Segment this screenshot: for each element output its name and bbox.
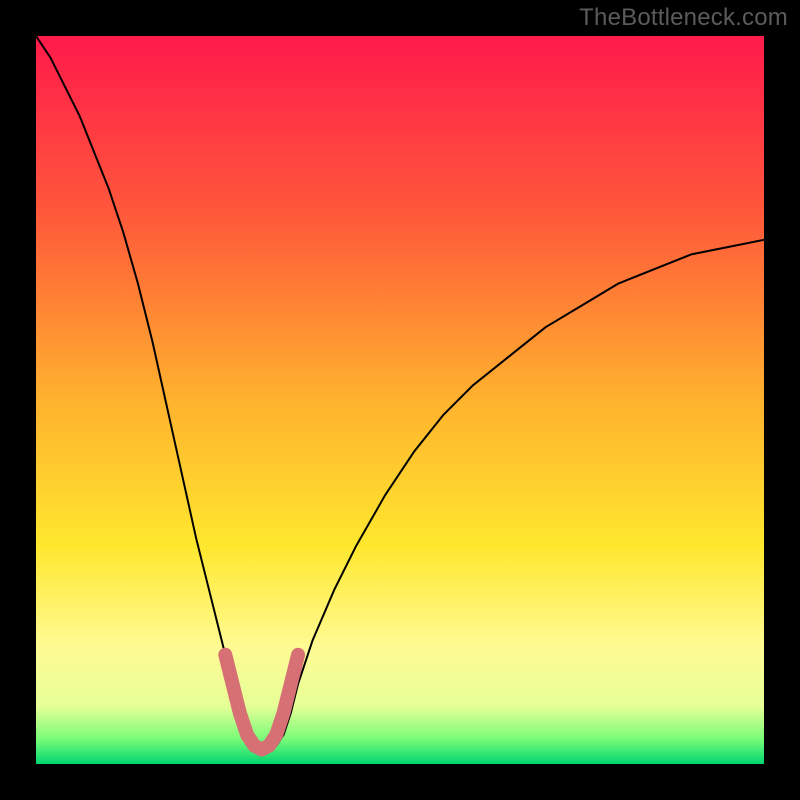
bottleneck-chart [0,0,800,800]
watermark: TheBottleneck.com [579,4,788,32]
plot-background [36,36,764,764]
